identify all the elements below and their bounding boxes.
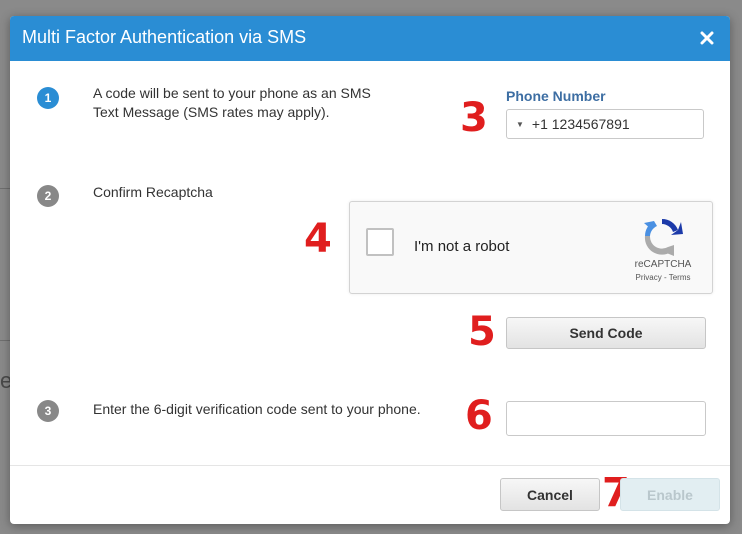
recaptcha-widget: I'm not a robot reCAPTCHA Privacy - Term…	[349, 201, 713, 294]
step-2-badge: 2	[37, 185, 59, 207]
recaptcha-privacy-terms-link[interactable]: Privacy - Terms	[618, 273, 708, 282]
step-3-badge: 3	[37, 400, 59, 422]
recaptcha-brand: reCAPTCHA	[634, 259, 692, 270]
background-divider	[0, 340, 10, 341]
enable-button[interactable]: Enable	[620, 478, 720, 511]
phone-number-value: +1 1234567891	[531, 116, 630, 132]
send-code-button[interactable]: Send Code	[506, 317, 706, 349]
dialog-title: Multi Factor Authentication via SMS	[22, 27, 307, 47]
background-divider	[0, 188, 10, 189]
footer-divider	[10, 465, 730, 466]
close-icon	[700, 31, 714, 45]
caret-down-icon[interactable]: ▼	[516, 120, 524, 129]
step-3-text: Enter the 6-digit verification code sent…	[93, 401, 421, 417]
step-1-badge: 1	[37, 87, 59, 109]
step-1-text: A code will be sent to your phone as an …	[93, 85, 371, 120]
dialog-header: Multi Factor Authentication via SMS	[10, 16, 730, 61]
verification-code-input[interactable]	[506, 401, 706, 436]
recaptcha-logo-icon	[644, 218, 683, 256]
annotation-3: 3	[460, 95, 488, 141]
close-button[interactable]	[694, 24, 720, 52]
annotation-4: 4	[304, 216, 332, 262]
recaptcha-label: I'm not a robot	[414, 238, 510, 255]
phone-number-label: Phone Number	[506, 88, 606, 104]
annotation-5: 5	[468, 309, 496, 355]
cancel-button[interactable]: Cancel	[500, 478, 600, 511]
annotation-6: 6	[465, 393, 493, 439]
mfa-dialog: Multi Factor Authentication via SMS 1 A …	[10, 16, 730, 524]
phone-number-input[interactable]: ▼ +1 1234567891	[506, 109, 704, 139]
recaptcha-checkbox[interactable]	[366, 228, 394, 256]
step-2-text: Confirm Recaptcha	[93, 184, 213, 200]
